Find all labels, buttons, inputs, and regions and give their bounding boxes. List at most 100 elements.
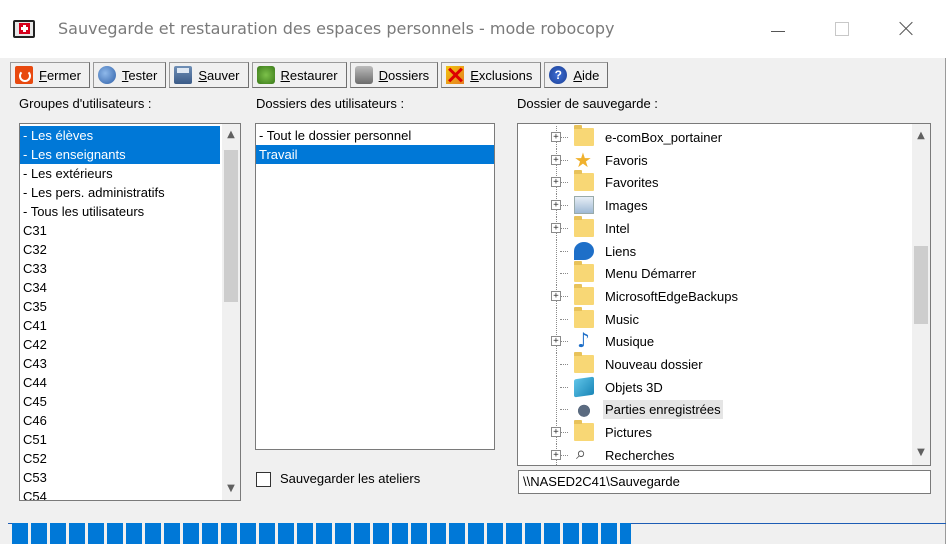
folder-icon (574, 215, 594, 237)
tree-node[interactable]: Liens (518, 239, 908, 263)
group-list-item[interactable]: C53 (20, 468, 220, 487)
group-list-item[interactable]: C32 (20, 240, 220, 259)
expand-plus-icon[interactable]: + (551, 200, 561, 211)
group-list-item[interactable]: C35 (20, 297, 220, 316)
aide-button[interactable]: ? Aide (544, 62, 609, 88)
group-list-item[interactable]: C44 (20, 373, 220, 392)
save-workshops-checkbox[interactable] (256, 472, 271, 487)
backup-folder-tree[interactable]: + e-comBox_portainer + Favoris + Favorites + Im… (517, 123, 931, 466)
minimize-button[interactable] (756, 10, 800, 46)
tree-node[interactable]: Music (518, 306, 908, 331)
group-list-item[interactable]: - Tous les utilisateurs (20, 202, 220, 221)
tree-node[interactable]: Menu Démarrer (518, 261, 908, 286)
folder-list-item[interactable]: Travail (256, 145, 494, 164)
help-icon: ? (549, 66, 568, 84)
groups-listbox[interactable]: - Les élèves - Les enseignants - Les extér… (19, 123, 241, 501)
progress-fill (12, 523, 632, 544)
group-list-item[interactable]: C45 (20, 392, 220, 411)
group-list-item[interactable]: - Les enseignants (20, 145, 220, 164)
group-list-item[interactable]: - Les pers. administratifs (20, 183, 220, 202)
groups-scrollbar[interactable]: ▲ ▼ (222, 124, 240, 500)
search-icon (574, 443, 594, 464)
folder-icon (574, 261, 594, 283)
tree-node[interactable]: + Recherches (518, 443, 908, 465)
fermer-button[interactable]: Fermer (10, 62, 90, 88)
expand-plus-icon[interactable]: + (551, 336, 561, 347)
folder-icon (574, 170, 594, 192)
tree-node[interactable]: + Favorites (518, 170, 908, 195)
expand-plus-icon[interactable]: + (551, 177, 561, 188)
tree-scrollbar[interactable]: ▲ ▼ (912, 124, 930, 465)
group-list-item[interactable]: C54 (20, 487, 220, 500)
star-icon (574, 148, 594, 172)
tree-node-label: Musique (605, 334, 655, 350)
groups-scroll-thumb[interactable] (224, 150, 238, 302)
exclusions-button[interactable]: Exclusions (441, 62, 542, 88)
dossiers-button[interactable]: Dossiers (349, 62, 439, 88)
group-list-item[interactable]: C52 (20, 449, 220, 468)
tree-node-label: Favorites (605, 175, 659, 191)
tree-scroll-down-icon[interactable]: ▼ (912, 444, 930, 462)
group-list-item[interactable]: C33 (20, 259, 220, 278)
tree-node[interactable]: + MicrosoftEdgeBackups (518, 283, 908, 308)
tree-node[interactable]: + Favoris (518, 148, 908, 172)
group-list-item[interactable]: C31 (20, 221, 220, 240)
music-icon (574, 328, 594, 352)
backup-path-field[interactable]: \\NASED2C41\Sauvegarde (518, 470, 931, 494)
tree-node-label: Pictures (605, 425, 652, 441)
main-window: Sauvegarde et restauration des espaces p… (0, 0, 946, 544)
save-icon (174, 66, 193, 84)
folder-icon (574, 420, 594, 442)
3d-objects-icon (574, 376, 594, 398)
close-button[interactable] (884, 10, 928, 46)
group-list-item[interactable]: C41 (20, 316, 220, 335)
tree-node-label: Objets 3D (605, 379, 663, 395)
scroll-down-arrow-icon[interactable]: ▼ (222, 480, 240, 498)
group-list-item[interactable]: C34 (20, 278, 220, 297)
tree-node[interactable]: Nouveau dossier (518, 352, 908, 376)
group-list-item[interactable]: C43 (20, 354, 220, 373)
saved-games-icon (574, 400, 594, 419)
tree-node[interactable]: + Pictures (518, 420, 908, 445)
tree-node[interactable]: Parties enregistrées (518, 398, 908, 422)
sauver-button[interactable]: Sauver (169, 62, 249, 88)
progress-bar (8, 523, 946, 544)
images-icon (574, 196, 594, 215)
scroll-up-arrow-icon[interactable]: ▲ (222, 126, 240, 144)
group-list-item[interactable]: C42 (20, 335, 220, 354)
tree-node[interactable]: + Intel (518, 215, 908, 240)
tree-scroll-thumb[interactable] (914, 246, 928, 324)
tree-scroll-up-icon[interactable]: ▲ (912, 127, 930, 145)
expand-plus-icon[interactable]: + (551, 154, 561, 165)
expand-plus-icon[interactable]: + (551, 290, 561, 301)
group-list-item[interactable]: - Les extérieurs (20, 164, 220, 183)
expand-plus-icon[interactable]: + (551, 427, 561, 438)
tree-node-label: Images (605, 198, 648, 214)
tree-node-label: Parties enregistrées (603, 400, 723, 420)
restaurer-button[interactable]: Restaurer (251, 62, 347, 88)
tree-node-label: Liens (605, 243, 637, 259)
group-list-item[interactable]: - Les élèves (20, 126, 220, 145)
expand-plus-icon[interactable]: + (551, 132, 561, 142)
toolbar: Fermer Tester Sauver Restaurer Dossiers … (10, 62, 611, 88)
maximize-button[interactable] (820, 10, 864, 46)
app-icon (13, 20, 35, 38)
exclusions-icon (446, 66, 465, 84)
tree-node[interactable]: + Musique (518, 328, 908, 354)
tree-node[interactable]: + Images (518, 194, 908, 218)
tree-node[interactable]: Objets 3D (518, 375, 908, 399)
folder-list-item[interactable]: - Tout le dossier personnel (256, 126, 494, 145)
folder-icon (574, 283, 594, 305)
expand-plus-icon[interactable]: + (551, 449, 561, 460)
group-list-item[interactable]: C51 (20, 430, 220, 449)
save-workshops-label: Sauvegarder les ateliers (280, 471, 421, 486)
test-icon (97, 66, 116, 84)
tree-node-label: Nouveau dossier (605, 357, 703, 372)
expand-plus-icon[interactable]: + (551, 222, 561, 233)
tester-button[interactable]: Tester (92, 62, 167, 88)
tree-node-label: Favoris (605, 152, 648, 168)
tree-node-label: Recherches (605, 447, 675, 463)
group-list-item[interactable]: C46 (20, 411, 220, 430)
tree-node[interactable]: + e-comBox_portainer (518, 125, 908, 149)
user-folders-listbox[interactable]: - Tout le dossier personnel Travail (255, 123, 495, 450)
